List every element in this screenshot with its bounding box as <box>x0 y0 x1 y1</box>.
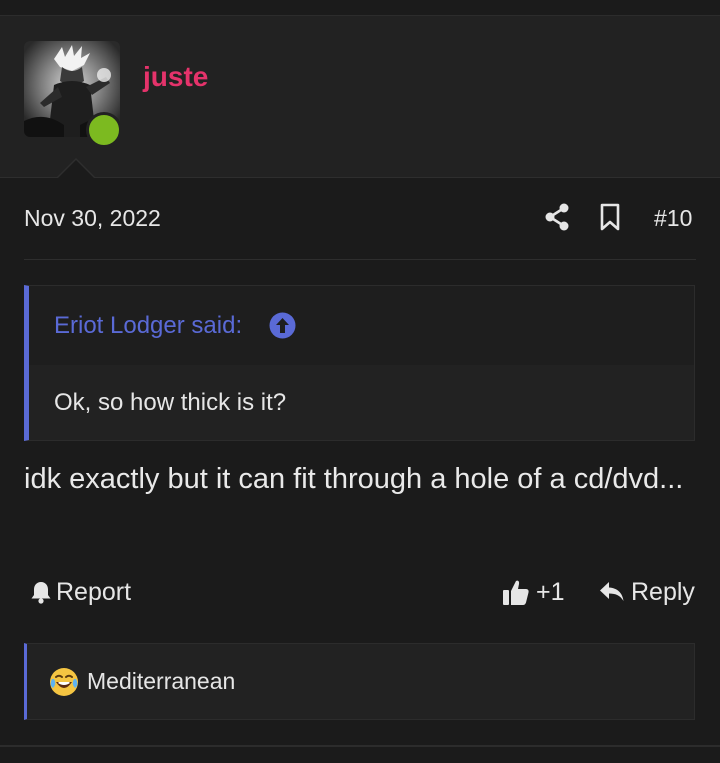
thumbs-up-icon <box>503 580 529 605</box>
reply-arrow-icon <box>600 582 624 601</box>
online-status-indicator <box>86 112 122 148</box>
quote-block: Eriot Lodger said: Ok, so how thick is i… <box>24 285 695 441</box>
bookmark-icon[interactable] <box>599 203 621 231</box>
header-pointer <box>58 160 94 178</box>
like-button[interactable]: +1 <box>502 576 565 608</box>
reaction-users[interactable]: Mediterranean <box>87 666 235 696</box>
post-date[interactable]: Nov 30, 2022 <box>24 204 161 232</box>
bell-icon <box>31 582 51 604</box>
post-actions: Report +1 Reply <box>0 570 720 614</box>
reply-button[interactable]: Reply <box>599 576 695 608</box>
report-button[interactable]: Report <box>30 576 131 608</box>
quote-header: Eriot Lodger said: <box>29 286 694 365</box>
divider <box>24 259 696 260</box>
quote-text: Ok, so how thick is it? <box>54 389 287 416</box>
report-label: Report <box>56 577 132 606</box>
post-body: idk exactly but it can fit through a hol… <box>24 463 684 495</box>
post-number[interactable]: #10 <box>654 204 692 232</box>
share-icon[interactable] <box>544 203 570 231</box>
reactions-bar[interactable]: Mediterranean <box>24 643 695 720</box>
reply-label: Reply <box>631 577 695 606</box>
arrow-up-circle-icon[interactable] <box>269 312 296 339</box>
username[interactable]: juste <box>143 60 208 94</box>
like-count: +1 <box>536 577 565 606</box>
post-container: juste Nov 30, 2022 #10 Eriot Lodger said… <box>0 0 720 763</box>
quote-author[interactable]: Eriot Lodger said: <box>54 311 242 341</box>
user-header: juste <box>0 16 720 178</box>
bottom-border <box>0 745 720 747</box>
crying-laughing-emoji <box>50 668 78 696</box>
